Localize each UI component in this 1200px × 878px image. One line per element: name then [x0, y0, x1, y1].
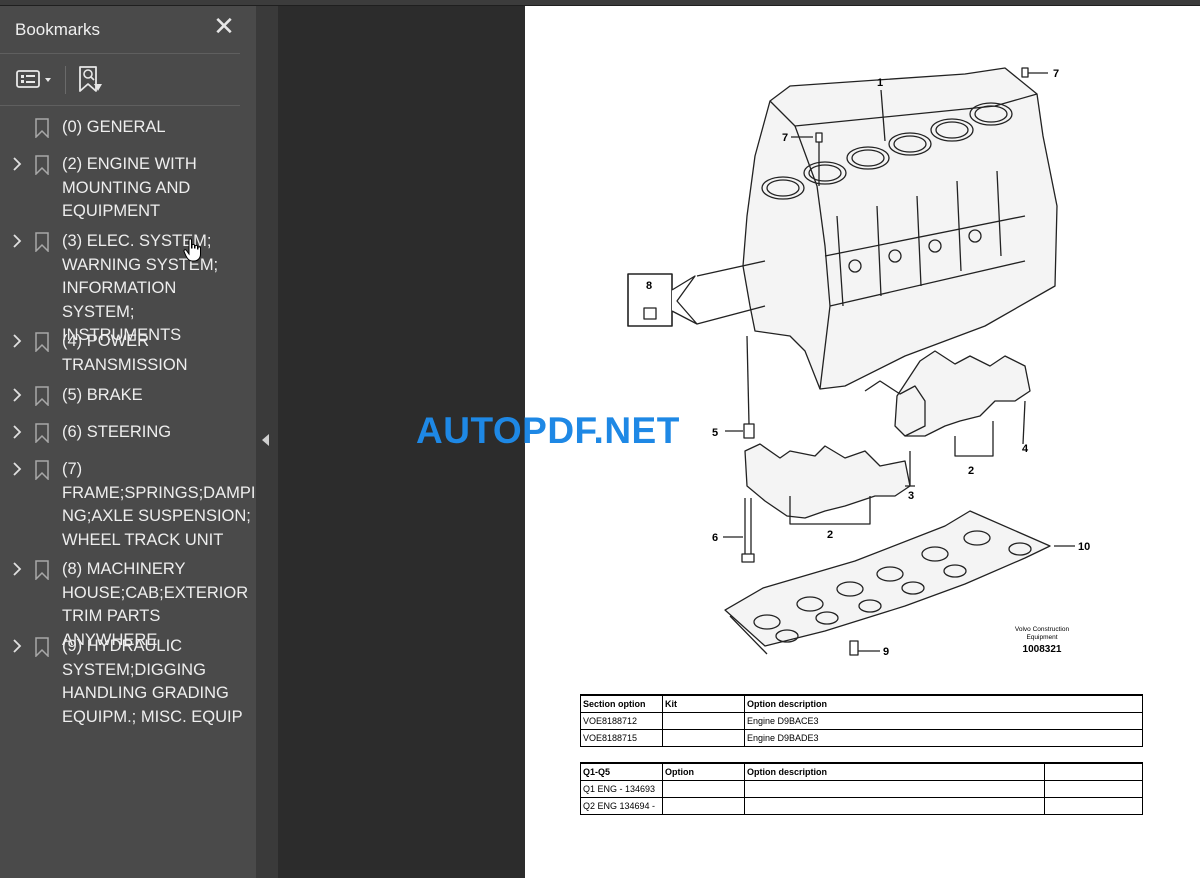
chevron-right-icon[interactable]	[10, 332, 24, 350]
table-header-cell: Q1-Q5	[580, 762, 663, 781]
callout-8: 8	[646, 280, 652, 292]
table-cell: Engine D9BADE3	[744, 728, 1143, 747]
bookmark-icon	[35, 155, 49, 175]
chevron-right-icon[interactable]	[10, 460, 24, 478]
callout-7b: 7	[782, 132, 788, 144]
maker-line2: Equipment	[1026, 634, 1057, 641]
bookmark-label: (5) BRAKE	[62, 386, 143, 404]
table-cell	[662, 711, 745, 730]
q-option-table: Q1-Q5 Option Option description Q1 ENG -…	[580, 762, 1143, 815]
table-cell	[662, 796, 745, 815]
bookmarks-panel: Bookmarks ✕ (0) GENERAL (2) ENGINE WITH …	[0, 6, 256, 878]
callout-5: 5	[712, 427, 718, 439]
bookmark-icon	[35, 386, 49, 406]
table-cell: VOE8188712	[580, 711, 663, 730]
bookmark-steering[interactable]: (6) STEERING	[0, 421, 256, 447]
table-cell: Engine D9BACE3	[744, 711, 1143, 730]
bookmark-brake[interactable]: (5) BRAKE	[0, 384, 256, 410]
table-cell: Q1 ENG - 134693	[580, 779, 663, 798]
bookmark-label: (6) STEERING	[62, 423, 172, 441]
table-row: Q2 ENG 134694 -	[580, 796, 1143, 815]
callout-9: 9	[883, 646, 889, 658]
engine-block-drawing: 1 2 2 3 4 5 6 7 7 8 9 10 Volvo Construct…	[627, 67, 1090, 658]
bookmark-icon	[35, 637, 49, 657]
table-cell	[1044, 779, 1143, 798]
table-header-cell: Option description	[744, 694, 1143, 713]
bookmark-hydraulic[interactable]: (9) HYDRAULIC SYSTEM;DIGGING HANDLING GR…	[0, 635, 256, 730]
bookmarks-toolbar	[0, 54, 256, 106]
list-options-icon[interactable]	[14, 64, 58, 94]
bookmark-icon	[35, 560, 49, 580]
bookmark-elec-system[interactable]: (3) ELEC. SYSTEM; WARNING SYSTEM; INFORM…	[0, 230, 256, 344]
callout-10: 10	[1078, 541, 1090, 553]
figure-number: 1008321	[1023, 644, 1062, 655]
table-cell: Q2 ENG 134694 -	[580, 796, 663, 815]
find-bookmark-icon[interactable]	[76, 64, 106, 94]
hand-cursor-icon	[183, 238, 201, 262]
table-header-cell: Section option	[580, 694, 663, 713]
callout-6: 6	[712, 532, 718, 544]
table-row: VOE8188712 Engine D9BACE3	[580, 711, 1143, 730]
bookmark-label: (9) HYDRAULIC SYSTEM;DIGGING HANDLING GR…	[62, 637, 243, 726]
callout-7a: 7	[1053, 68, 1059, 80]
bookmark-icon	[35, 423, 49, 443]
maker-line1: Volvo Construction	[1015, 626, 1070, 633]
chevron-right-icon[interactable]	[10, 637, 24, 655]
chevron-right-icon[interactable]	[10, 155, 24, 173]
table-header-cell: Option	[662, 762, 745, 781]
chevron-right-icon[interactable]	[10, 232, 24, 250]
callout-3: 3	[908, 490, 914, 502]
table-cell	[744, 796, 1045, 815]
chevron-right-icon[interactable]	[10, 386, 24, 404]
close-icon[interactable]: ✕	[212, 13, 236, 39]
table-cell: VOE8188715	[580, 728, 663, 747]
callout-4: 4	[1022, 443, 1029, 455]
bookmark-icon	[35, 232, 49, 252]
table-cell	[662, 728, 745, 747]
table-header-row: Q1-Q5 Option Option description	[580, 762, 1143, 781]
callout-2b: 2	[968, 465, 974, 477]
bookmarks-header: Bookmarks ✕	[0, 6, 256, 52]
chevron-right-icon[interactable]	[10, 560, 24, 578]
bookmark-label: (0) GENERAL	[62, 118, 166, 136]
table-header-cell: Option description	[744, 762, 1045, 781]
callout-1: 1	[877, 77, 883, 89]
collapse-panel-icon[interactable]	[262, 434, 269, 446]
table-header-cell: Kit	[662, 694, 745, 713]
bookmark-machinery-house[interactable]: (8) MACHINERY HOUSE;CAB;EXTERIOR TRIM PA…	[0, 558, 256, 649]
table-cell	[744, 779, 1045, 798]
chevron-right-icon[interactable]	[10, 423, 24, 441]
table-cell	[1044, 796, 1143, 815]
bookmarks-title: Bookmarks	[15, 20, 101, 39]
bookmark-icon	[35, 332, 49, 352]
section-option-table: Section option Kit Option description VO…	[580, 694, 1143, 747]
table-row: Q1 ENG - 134693	[580, 779, 1143, 798]
divider	[0, 105, 240, 106]
callout-2a: 2	[827, 529, 833, 541]
bookmark-frame[interactable]: (7) FRAME;SPRINGS;DAMPI NG;AXLE SUSPENSI…	[0, 458, 256, 553]
toolbar-divider	[65, 66, 66, 94]
bookmark-general[interactable]: (0) GENERAL	[0, 116, 256, 142]
bookmark-engine[interactable]: (2) ENGINE WITH MOUNTING AND EQUIPMENT	[0, 153, 256, 225]
watermark-text: AUTOPDF.NET	[416, 410, 680, 451]
bookmark-label: (7) FRAME;SPRINGS;DAMPI NG;AXLE SUSPENSI…	[62, 460, 256, 549]
table-cell	[662, 779, 745, 798]
table-row: VOE8188715 Engine D9BADE3	[580, 728, 1143, 747]
bookmark-label: (4) POWER TRANSMISSION	[62, 332, 188, 374]
bookmark-icon	[35, 118, 49, 138]
table-header-row: Section option Kit Option description	[580, 694, 1143, 713]
bookmark-label: (2) ENGINE WITH MOUNTING AND EQUIPMENT	[62, 155, 197, 220]
bookmark-icon	[35, 460, 49, 480]
table-header-cell	[1044, 762, 1143, 781]
bookmark-power-transmission[interactable]: (4) POWER TRANSMISSION	[0, 330, 256, 378]
